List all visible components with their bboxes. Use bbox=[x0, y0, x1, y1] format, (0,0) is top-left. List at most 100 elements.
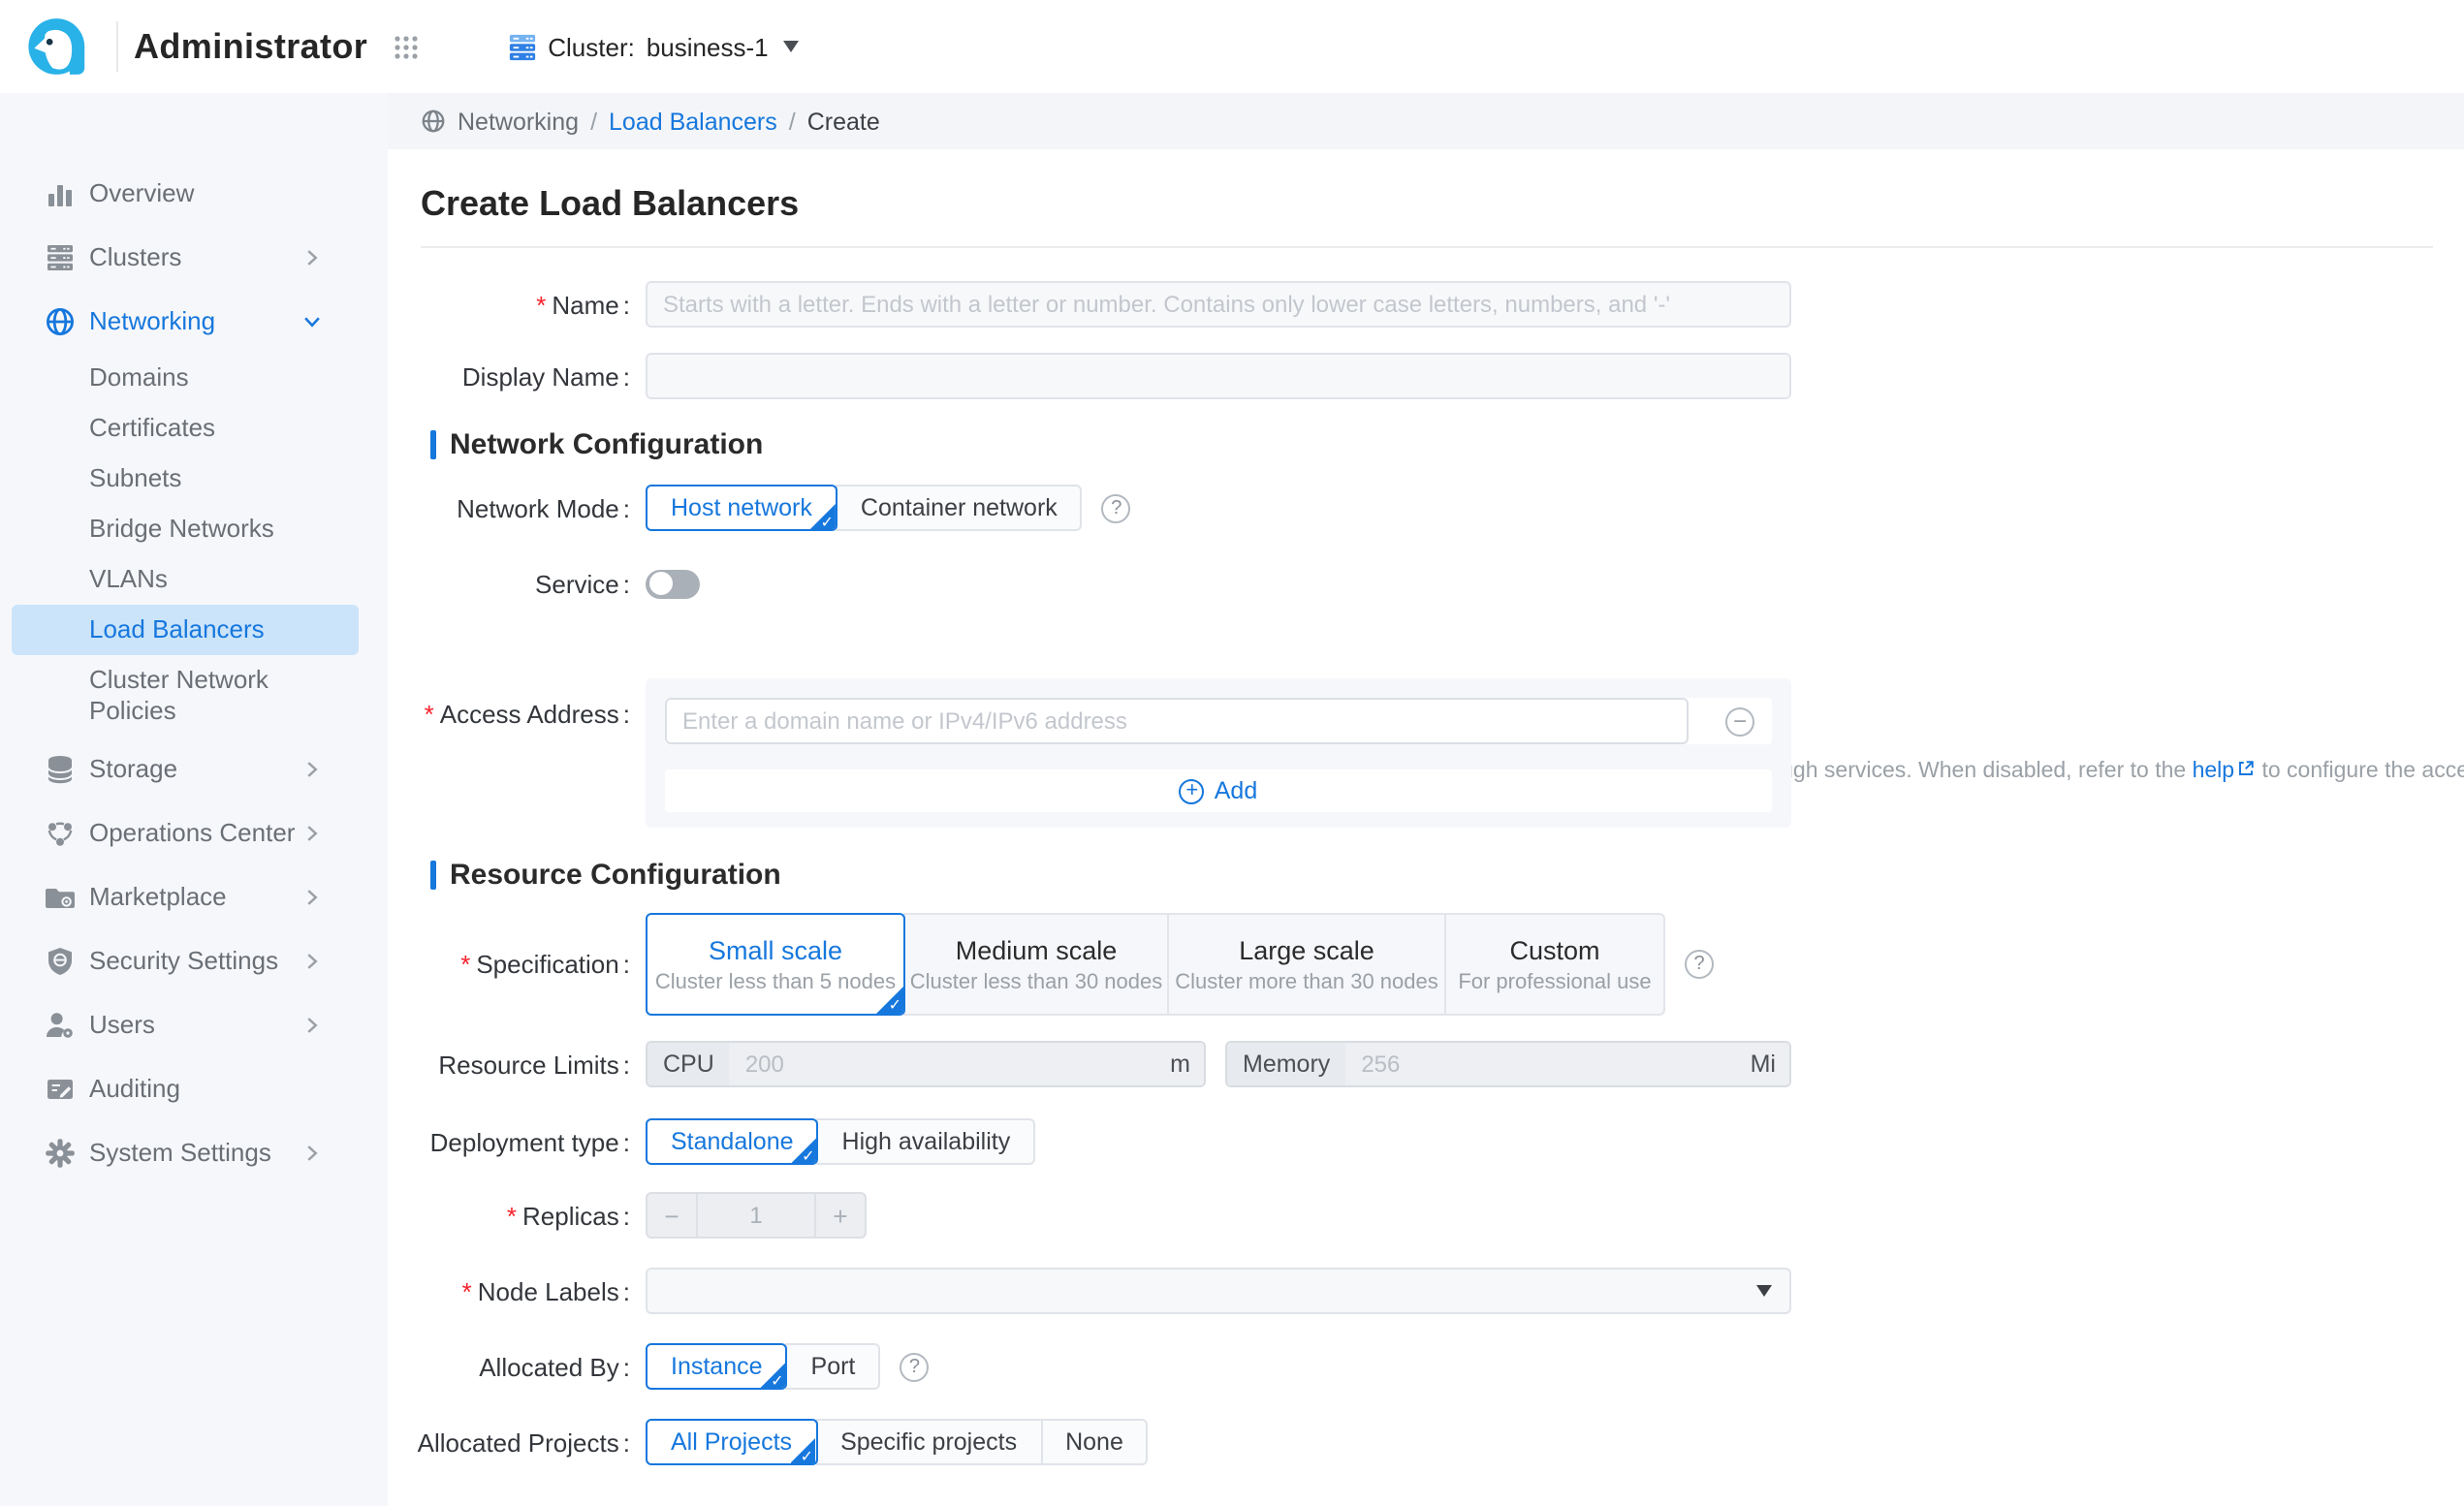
toggle-knob bbox=[648, 572, 672, 595]
allocated-projects-all[interactable]: All Projects bbox=[646, 1419, 817, 1465]
required-asterisk: * bbox=[460, 950, 470, 979]
cpu-prefix: CPU bbox=[648, 1043, 730, 1085]
app-switcher-grid-icon[interactable] bbox=[393, 34, 418, 59]
sidebar-item-subnets[interactable]: Subnets bbox=[0, 454, 388, 504]
app-logo[interactable] bbox=[0, 0, 116, 93]
sidebar-item-security-settings[interactable]: Security Settings bbox=[0, 928, 388, 992]
allocated-by-port[interactable]: Port bbox=[786, 1343, 881, 1390]
sidebar: Overview Clusters bbox=[0, 93, 388, 1506]
sidebar-item-bridge-networks[interactable]: Bridge Networks bbox=[0, 504, 388, 554]
cpu-limit-group: CPU m bbox=[646, 1041, 1206, 1087]
chevron-right-icon bbox=[302, 951, 322, 970]
deployment-high-availability[interactable]: High availability bbox=[817, 1118, 1036, 1165]
network-mode-host-network[interactable]: Host network bbox=[646, 485, 837, 531]
help-link[interactable]: help bbox=[2193, 760, 2235, 783]
memory-prefix: Memory bbox=[1227, 1043, 1345, 1085]
chevron-right-icon bbox=[302, 759, 322, 778]
page-title: Create Load Balancers bbox=[421, 184, 799, 225]
sidebar-item-certificates[interactable]: Certificates bbox=[0, 403, 388, 454]
sidebar-item-users[interactable]: Users bbox=[0, 992, 388, 1056]
memory-input[interactable] bbox=[1345, 1043, 1746, 1085]
cpu-unit: m bbox=[1166, 1043, 1204, 1085]
cluster-selector[interactable]: Cluster: business-1 bbox=[507, 32, 799, 61]
memory-unit: Mi bbox=[1747, 1043, 1789, 1085]
required-asterisk: * bbox=[425, 700, 434, 729]
remove-address-icon[interactable]: − bbox=[1725, 706, 1754, 736]
globe-icon bbox=[45, 305, 76, 336]
database-icon bbox=[45, 753, 76, 784]
name-input[interactable] bbox=[646, 281, 1791, 328]
servers-icon bbox=[45, 241, 76, 272]
section-accent-bar bbox=[430, 861, 436, 890]
sidebar-item-overview[interactable]: Overview bbox=[0, 161, 388, 225]
sidebar-item-domains[interactable]: Domains bbox=[0, 353, 388, 403]
spec-large-scale[interactable]: Large scale Cluster more than 30 nodes bbox=[1167, 913, 1446, 1016]
spec-medium-scale[interactable]: Medium scale Cluster less than 30 nodes bbox=[903, 913, 1169, 1016]
display-name-input[interactable] bbox=[646, 353, 1791, 399]
add-address-button[interactable]: + Add bbox=[665, 769, 1772, 812]
access-address-input[interactable] bbox=[665, 698, 1689, 744]
top-bar: Administrator Cluster: business-1 bbox=[0, 0, 2464, 93]
cluster-caret-down-icon bbox=[784, 41, 800, 52]
shield-icon bbox=[45, 945, 76, 976]
allocated-projects-none[interactable]: None bbox=[1040, 1419, 1149, 1465]
gear-icon bbox=[45, 1137, 76, 1168]
sidebar-item-networking[interactable]: Networking bbox=[0, 289, 388, 353]
replicas-label: *Replicas: bbox=[388, 1192, 630, 1239]
allocated-by-instance[interactable]: Instance bbox=[646, 1343, 788, 1390]
chevron-right-icon bbox=[302, 247, 322, 267]
sidebar-item-cluster-network-policies[interactable]: Cluster Network Policies bbox=[0, 655, 388, 737]
node-labels-label: *Node Labels: bbox=[388, 1268, 630, 1314]
sidebar-item-auditing[interactable]: Auditing bbox=[0, 1056, 388, 1120]
bar-chart-icon bbox=[45, 177, 76, 208]
sidebar-item-storage[interactable]: Storage bbox=[0, 737, 388, 800]
specification-help-icon[interactable]: ? bbox=[1685, 950, 1714, 979]
memory-limit-group: Memory Mi bbox=[1225, 1041, 1791, 1087]
deployment-type-label: Deployment type: bbox=[388, 1118, 630, 1165]
breadcrumb: Networking / Load Balancers / Create bbox=[388, 93, 2464, 149]
cluster-servers-icon bbox=[507, 32, 536, 61]
cpu-input[interactable] bbox=[730, 1043, 1166, 1085]
operations-nodes-icon bbox=[45, 817, 76, 848]
required-asterisk: * bbox=[462, 1276, 472, 1305]
audit-document-icon bbox=[45, 1073, 76, 1104]
breadcrumb-networking: Networking bbox=[458, 108, 579, 135]
app-title: Administrator bbox=[134, 26, 367, 67]
network-configuration-section: Network Configuration bbox=[430, 428, 763, 461]
allocated-projects-label: Allocated Projects: bbox=[388, 1419, 630, 1465]
topbar-divider bbox=[116, 21, 118, 72]
sidebar-item-operations-center[interactable]: Operations Center bbox=[0, 800, 388, 864]
alauda-logo-icon bbox=[25, 14, 91, 79]
external-link-icon bbox=[2236, 760, 2254, 777]
sidebar-item-vlans[interactable]: VLANs bbox=[0, 554, 388, 605]
spec-custom[interactable]: Custom For professional use bbox=[1444, 913, 1665, 1016]
chevron-right-icon bbox=[302, 887, 322, 906]
main-content: Create Load Balancers *Name: Display Nam… bbox=[388, 149, 2464, 1506]
allocated-projects-specific[interactable]: Specific projects bbox=[815, 1419, 1042, 1465]
display-name-label: Display Name: bbox=[388, 353, 630, 399]
network-mode-container-network[interactable]: Container network bbox=[836, 485, 1083, 531]
resource-configuration-section: Resource Configuration bbox=[430, 859, 781, 892]
sidebar-item-label: Clusters bbox=[89, 242, 181, 271]
sidebar-item-clusters[interactable]: Clusters bbox=[0, 225, 388, 289]
breadcrumb-load-balancers-link[interactable]: Load Balancers bbox=[609, 108, 777, 135]
allocated-by-segmented: Instance Port bbox=[646, 1343, 880, 1390]
resource-limits-label: Resource Limits: bbox=[388, 1041, 630, 1087]
required-asterisk: * bbox=[536, 290, 546, 319]
sidebar-item-label: Networking bbox=[89, 306, 215, 335]
allocated-projects-segmented: All Projects Specific projects None bbox=[646, 1419, 1149, 1465]
spec-small-scale[interactable]: Small scale Cluster less than 5 nodes bbox=[646, 913, 905, 1016]
folder-gear-icon bbox=[45, 881, 76, 912]
sidebar-item-system-settings[interactable]: System Settings bbox=[0, 1120, 388, 1184]
sidebar-item-load-balancers[interactable]: Load Balancers bbox=[12, 605, 359, 655]
network-mode-segmented: Host network Container network bbox=[646, 485, 1083, 531]
deployment-standalone[interactable]: Standalone bbox=[646, 1118, 819, 1165]
replicas-increment-button: + bbox=[816, 1194, 865, 1237]
sidebar-item-marketplace[interactable]: Marketplace bbox=[0, 864, 388, 928]
access-address-label: *Access Address: bbox=[388, 678, 630, 725]
specification-label: *Specification: bbox=[388, 913, 630, 1016]
node-labels-select[interactable] bbox=[646, 1268, 1791, 1314]
allocated-by-help-icon[interactable]: ? bbox=[900, 1352, 929, 1381]
service-toggle[interactable] bbox=[646, 569, 700, 598]
network-mode-help-icon[interactable]: ? bbox=[1102, 493, 1131, 522]
